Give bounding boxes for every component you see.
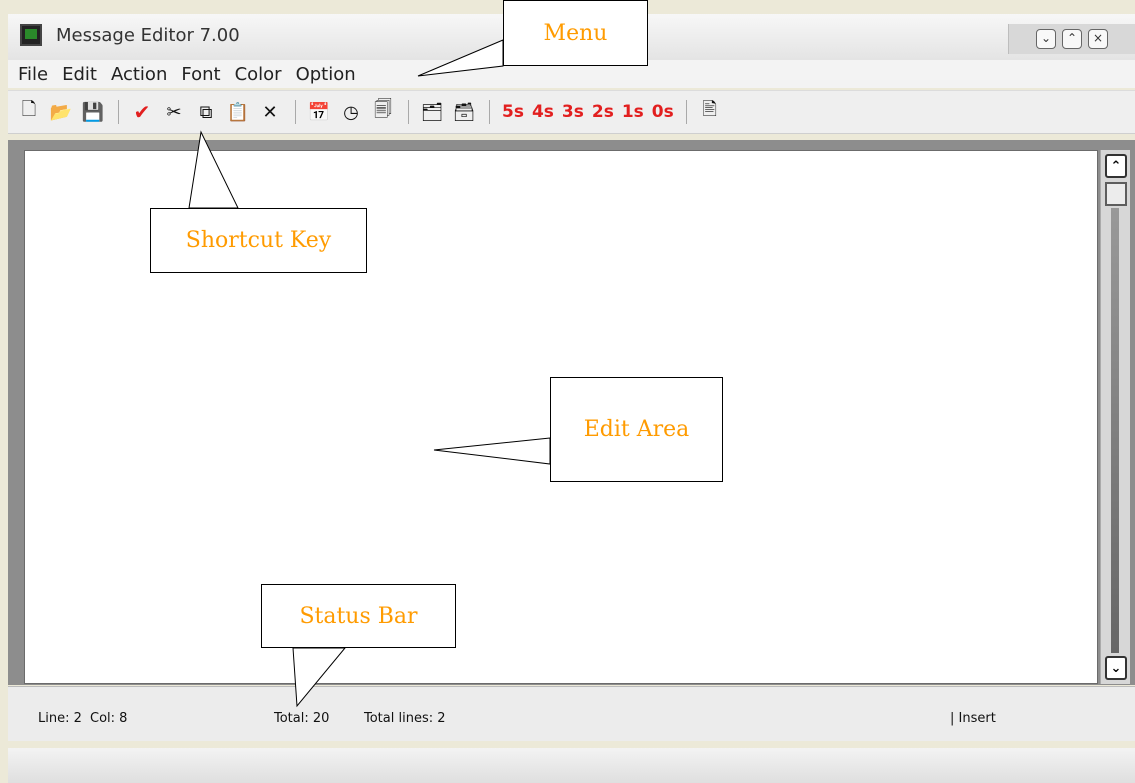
pages-icon[interactable]: 🗐 [372,99,394,123]
scissors-icon[interactable]: ✂ [163,101,185,123]
menu-callout: Menu [503,0,648,66]
menu-font[interactable]: Font [181,64,220,85]
scroll-track[interactable] [1111,208,1119,653]
time-0s-button[interactable]: 0s [652,102,674,122]
clock-icon[interactable]: ◷ [340,101,362,123]
window-controls: ⌄ ⌃ × [1008,24,1135,54]
status-total: Total: 20 [274,711,330,726]
time-5s-button[interactable]: 5s [502,102,524,122]
shortcut-callout: Shortcut Key [150,208,367,273]
export-icon[interactable]: 🗃 [453,101,476,123]
status-bar: Line: 2 Col: 8 Total: 20 Total lines: 2 … [8,686,1135,741]
new-file-icon[interactable]: 🗋 [18,99,40,123]
close-button[interactable]: × [1088,29,1108,49]
preview-icon[interactable]: 🖹 [699,99,721,123]
status-col: Col: 8 [90,711,128,726]
scroll-thumb[interactable] [1105,182,1127,206]
copy-icon[interactable]: ⧉ [195,101,217,123]
toolbar-separator [118,100,119,124]
maximize-button[interactable]: ⌃ [1062,29,1082,49]
time-2s-button[interactable]: 2s [592,102,614,122]
toolbar: 🗋 📂 💾 ✔ ✂ ⧉ 📋 ✕ 📅 ◷ 🗐 🗂 🗃 5s 4s 3s 2s 1s… [8,90,1135,134]
toolbar-separator [408,100,409,124]
save-icon[interactable]: 💾 [82,101,104,123]
menu-edit[interactable]: Edit [62,64,97,85]
message-editor-window: Message Editor 7.00 ⌄ ⌃ × File Edit Acti… [0,0,1135,783]
minimize-button[interactable]: ⌄ [1036,29,1056,49]
import-icon[interactable]: 🗂 [421,101,444,123]
app-icon [20,24,42,46]
window-title: Message Editor 7.00 [56,25,240,46]
checkmark-icon[interactable]: ✔ [131,100,153,124]
menu-file[interactable]: File [18,64,48,85]
status-bar-callout: Status Bar [261,584,456,648]
time-4s-button[interactable]: 4s [532,102,554,122]
menu-option[interactable]: Option [296,64,356,85]
open-folder-icon[interactable]: 📂 [50,101,72,123]
scroll-up-icon[interactable]: ⌃ [1105,154,1127,178]
edit-area-callout: Edit Area [550,377,723,482]
status-total-lines: Total lines: 2 [364,711,446,726]
time-1s-button[interactable]: 1s [622,102,644,122]
toolbar-separator [295,100,296,124]
menu-action[interactable]: Action [111,64,167,85]
calendar-icon[interactable]: 📅 [308,101,330,123]
delete-icon[interactable]: ✕ [259,101,281,123]
vertical-scrollbar[interactable]: ⌃ ⌄ [1100,150,1130,684]
toolbar-separator [489,100,490,124]
scroll-down-icon[interactable]: ⌄ [1105,656,1127,680]
time-3s-button[interactable]: 3s [562,102,584,122]
menu-color[interactable]: Color [235,64,282,85]
toolbar-separator [685,100,687,124]
bottom-strip [8,748,1135,783]
status-mode: | Insert [950,711,996,726]
status-line: Line: 2 [38,711,82,726]
paste-icon[interactable]: 📋 [227,101,249,123]
